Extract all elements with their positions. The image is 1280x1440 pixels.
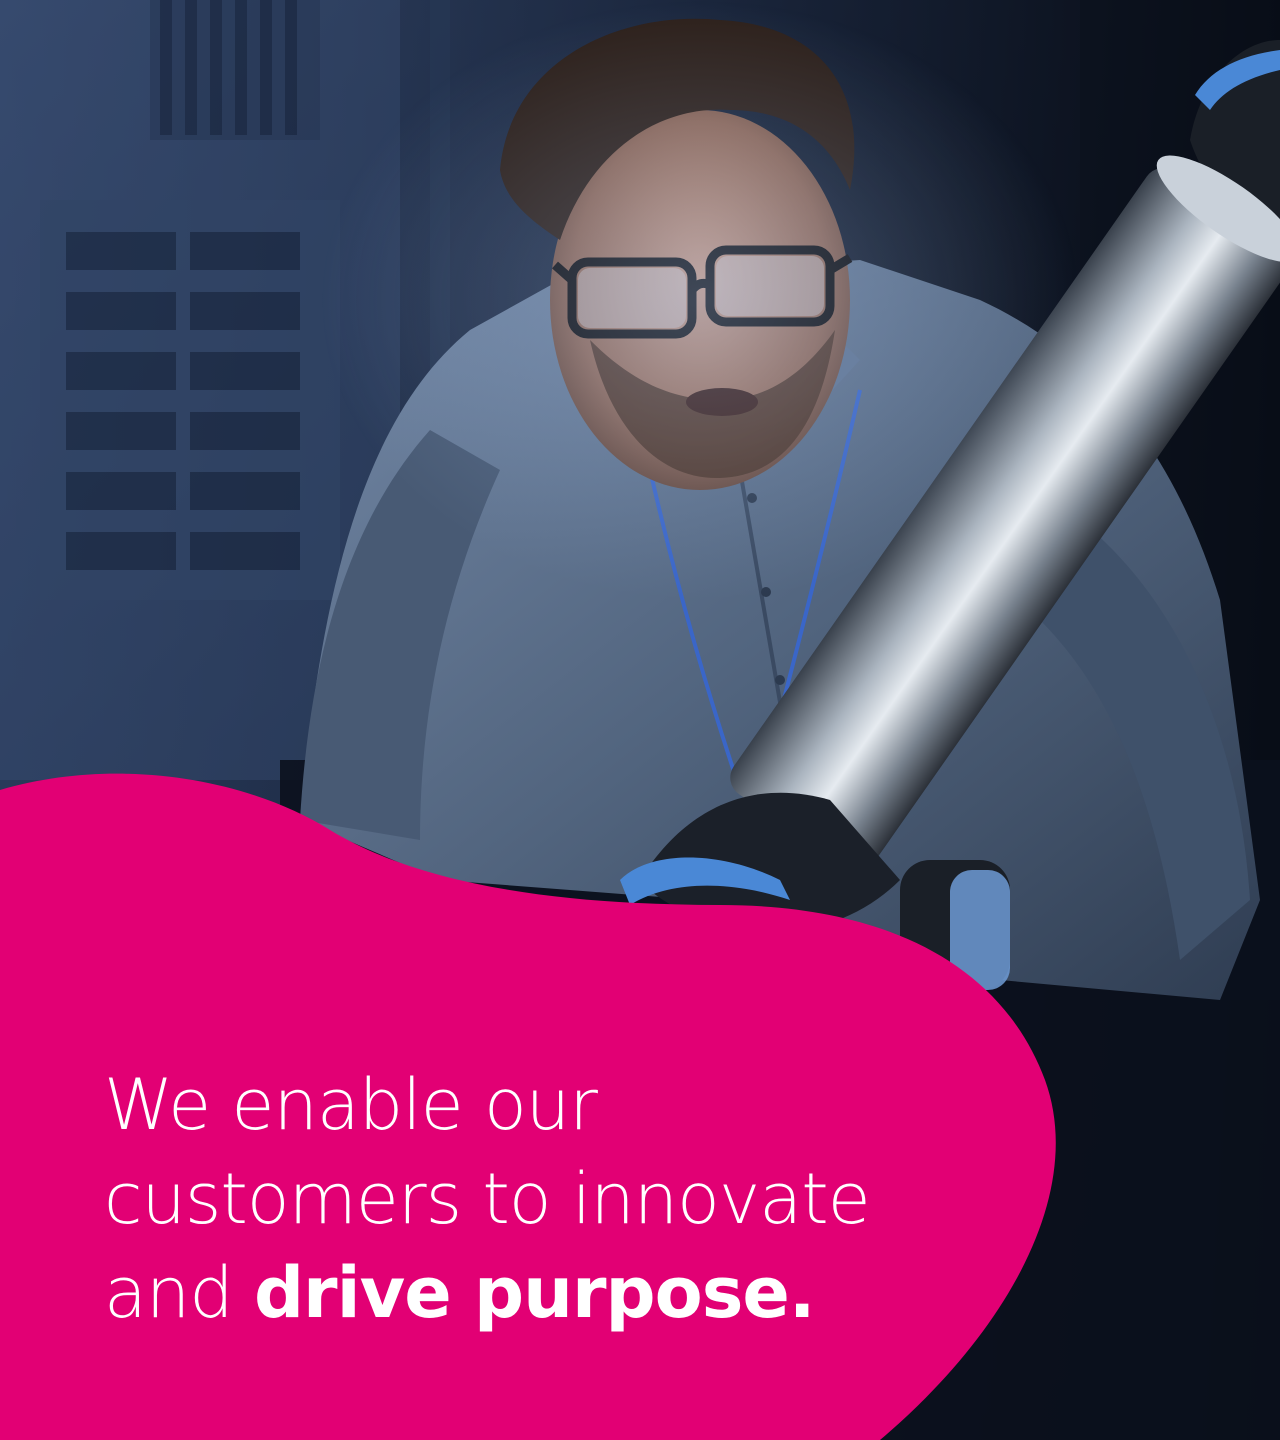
headline-bold-text: drive purpose. xyxy=(253,1252,815,1334)
hero-headline: We enable our customers to innovate and … xyxy=(104,1058,964,1340)
hero-banner: We enable our customers to innovate and … xyxy=(0,0,1280,1440)
